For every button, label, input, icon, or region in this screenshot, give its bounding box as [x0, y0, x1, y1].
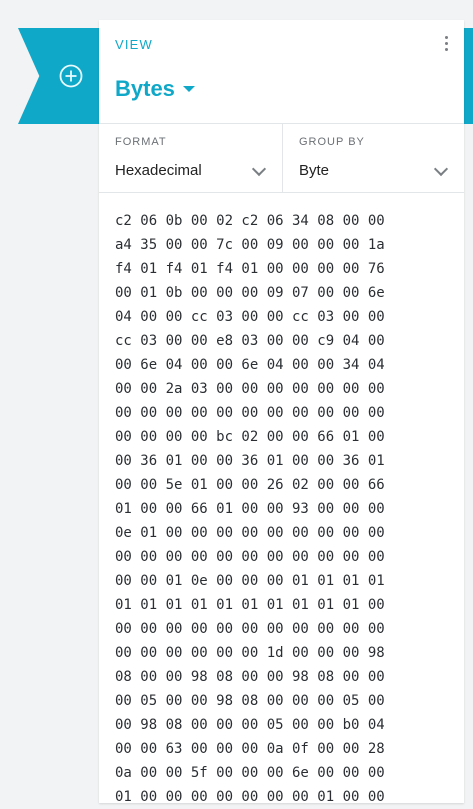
view-selector-value: Bytes — [115, 76, 175, 101]
format-label: FORMAT — [115, 136, 167, 148]
hex-line: a4 35 00 00 7c 00 09 00 00 00 1a — [115, 237, 385, 253]
plus-circle-icon — [59, 64, 83, 88]
hex-line: 01 01 01 01 01 01 01 01 01 01 00 — [115, 597, 385, 613]
hex-line: 00 00 00 00 00 00 00 00 00 00 00 — [115, 405, 385, 421]
right-accent-tab — [463, 28, 473, 124]
group-by-label: GROUP BY — [299, 136, 365, 148]
hex-line: 00 00 2a 03 00 00 00 00 00 00 00 — [115, 381, 385, 397]
hex-line: 00 05 00 00 98 08 00 00 00 05 00 — [115, 693, 385, 709]
hex-line: c2 06 0b 00 02 c2 06 34 08 00 00 — [115, 213, 385, 229]
hex-line: 0a 00 00 5f 00 00 00 6e 00 00 00 — [115, 765, 385, 781]
hex-line: 00 01 0b 00 00 00 09 07 00 00 6e — [115, 285, 385, 301]
chevron-down-icon — [433, 161, 449, 177]
format-select[interactable]: FORMAT Hexadecimal — [99, 124, 283, 192]
more-vert-icon — [444, 48, 448, 51]
hex-line: 0e 01 00 00 00 00 00 00 00 00 00 — [115, 525, 385, 541]
format-value: Hexadecimal — [115, 162, 202, 179]
hex-line: 00 6e 04 00 00 6e 04 00 00 34 04 — [115, 357, 385, 373]
hex-line: 00 00 00 00 00 00 00 00 00 00 00 — [115, 549, 385, 565]
hex-line: 04 00 00 cc 03 00 00 cc 03 00 00 — [115, 309, 385, 325]
hex-dump: c2 06 0b 00 02 c2 06 34 08 00 00 a4 35 0… — [99, 193, 464, 809]
view-section-label: VIEW — [115, 37, 154, 52]
hex-line: 00 00 63 00 00 00 0a 0f 00 00 28 — [115, 741, 385, 757]
hex-line: f4 01 f4 01 f4 01 00 00 00 00 76 — [115, 261, 385, 277]
more-vert-icon — [444, 36, 448, 39]
hex-line: 00 98 08 00 00 00 05 00 00 b0 04 — [115, 717, 385, 733]
hex-line: 00 00 5e 01 00 00 26 02 00 00 66 — [115, 477, 385, 493]
hex-line: 00 00 01 0e 00 00 00 01 01 01 01 — [115, 573, 385, 589]
hex-line: 00 00 00 00 00 00 1d 00 00 00 98 — [115, 645, 385, 661]
caret-down-icon — [182, 86, 195, 92]
hex-line: 00 00 00 00 bc 02 00 00 66 01 00 — [115, 429, 385, 445]
hex-line: 01 00 00 00 00 00 00 00 01 00 00 — [115, 789, 385, 805]
group-by-select[interactable]: GROUP BY Byte — [283, 124, 464, 192]
hex-line: 00 36 01 00 00 36 01 00 00 36 01 — [115, 453, 385, 469]
view-selector[interactable]: Bytes — [115, 76, 195, 102]
hex-line: cc 03 00 00 e8 03 00 00 c9 04 00 — [115, 333, 385, 349]
view-card: VIEW Bytes FORMAT Hexadecimal GROUP BY B… — [99, 20, 464, 805]
more-options-button[interactable] — [440, 36, 452, 54]
card-header: VIEW Bytes — [99, 20, 464, 124]
hex-line: 01 00 00 66 01 00 00 93 00 00 00 — [115, 501, 385, 517]
add-view-button[interactable] — [57, 62, 85, 90]
group-by-value: Byte — [299, 162, 330, 179]
hex-line: 08 00 00 98 08 00 00 98 08 00 00 — [115, 669, 385, 685]
chevron-down-icon — [251, 161, 267, 177]
more-vert-icon — [444, 42, 448, 45]
view-controls: FORMAT Hexadecimal GROUP BY Byte — [99, 124, 464, 193]
hex-line: 00 00 00 00 00 00 00 00 00 00 00 — [115, 621, 385, 637]
